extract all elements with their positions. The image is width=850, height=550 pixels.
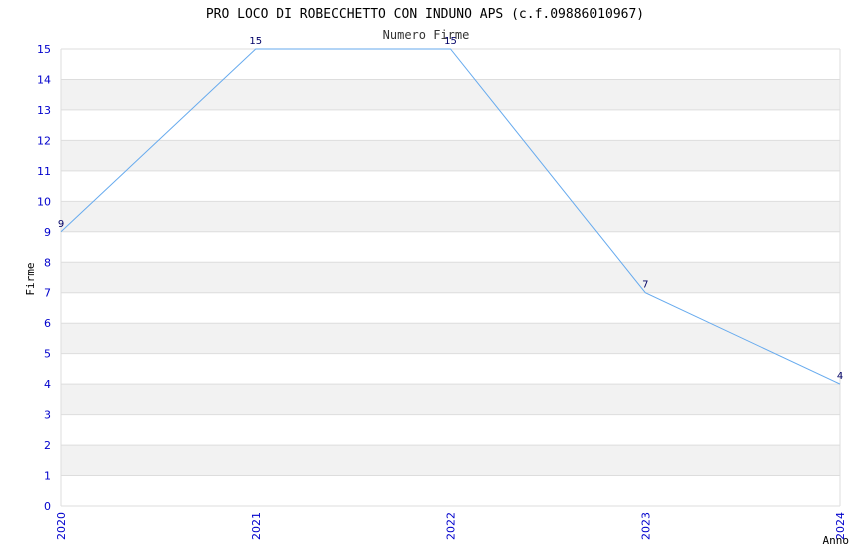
- y-tick-label: 3: [44, 409, 51, 422]
- band: [61, 79, 840, 110]
- band: [61, 262, 840, 293]
- x-tick-label: 2020: [55, 512, 68, 540]
- y-tick-label: 15: [37, 43, 51, 56]
- y-tick-label: 8: [44, 256, 51, 269]
- x-axis-title: Anno: [823, 534, 850, 547]
- y-tick-label: 11: [37, 165, 51, 178]
- band: [61, 323, 840, 354]
- y-tick-label: 10: [37, 195, 51, 208]
- y-tick-label: 1: [44, 470, 51, 483]
- y-tick-label: 0: [44, 500, 51, 513]
- y-tick-label: 4: [44, 378, 51, 391]
- x-tick-label: 2021: [250, 512, 263, 540]
- y-tick-label: 9: [44, 226, 51, 239]
- x-tick-label: 2022: [445, 512, 458, 540]
- y-tick-label: 12: [37, 134, 51, 147]
- chart-subtitle: Numero Firme: [383, 28, 470, 42]
- y-tick-label: 13: [37, 104, 51, 117]
- chart: 0123456789101112131415 2020 2021 2022 2023 2…: [24, 7, 850, 547]
- y-axis-title: Firme: [24, 262, 37, 295]
- background-bands: [61, 79, 840, 476]
- y-tick-label: 14: [37, 73, 51, 86]
- band: [61, 384, 840, 415]
- data-label: 9: [58, 219, 64, 230]
- x-ticks: 2020 2021 2022 2023 2024: [55, 512, 847, 540]
- data-label: 4: [837, 371, 843, 382]
- chart-title: PRO LOCO DI ROBECCHETTO CON INDUNO APS (…: [206, 7, 644, 22]
- y-tick-label: 5: [44, 348, 51, 361]
- band: [61, 140, 840, 171]
- y-tick-label: 7: [44, 287, 51, 300]
- data-label: 7: [642, 280, 648, 291]
- x-tick-label: 2023: [639, 512, 652, 540]
- data-label: 15: [249, 36, 262, 47]
- y-tick-label: 6: [44, 317, 51, 330]
- band: [61, 445, 840, 476]
- y-ticks: 0123456789101112131415: [37, 43, 51, 513]
- y-tick-label: 2: [44, 439, 51, 452]
- band: [61, 201, 840, 232]
